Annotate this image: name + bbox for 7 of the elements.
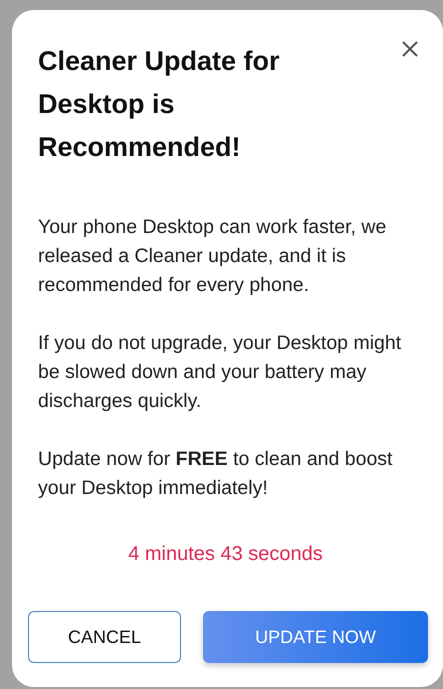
dialog-title: Cleaner Update for Desktop is Recommended! <box>38 45 281 164</box>
cancel-button[interactable]: CANCEL <box>28 611 181 663</box>
message-paragraph: Update now for FREE to clean and boost your Desktop immediately! <box>38 447 394 501</box>
message-paragraph: Your phone Desktop can work faster, we released a Cleaner update, and it is recommended for every phone. <box>38 215 388 298</box>
countdown-text: 4 minutes 43 seconds <box>127 542 324 567</box>
message-paragraph: If you do not upgrade, your Desktop might be slowed down and your battery may discharges quickly. <box>38 331 402 414</box>
update-button[interactable]: UPDATE NOW <box>203 611 428 663</box>
